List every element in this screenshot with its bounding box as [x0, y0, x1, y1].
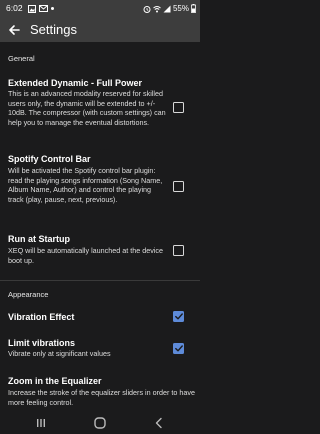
- alarm-icon: [143, 5, 151, 13]
- pref-title: Zoom in the Equalizer: [8, 376, 102, 386]
- pref-title: Extended Dynamic - Full Power: [8, 78, 143, 88]
- wifi-icon: [153, 5, 161, 12]
- pref-summary: Will be activated the Spotify control ba…: [8, 166, 163, 204]
- back-icon[interactable]: [151, 415, 167, 431]
- spotify-control-bar-checkbox[interactable]: [173, 181, 184, 192]
- status-indicators: 55%: [143, 3, 196, 14]
- status-bar: 6:02 55%: [0, 0, 200, 18]
- section-header-general: General: [8, 54, 35, 63]
- home-icon[interactable]: [92, 415, 108, 431]
- app-bar: Settings: [0, 18, 200, 42]
- pref-spotify-control-bar[interactable]: Spotify Control Bar Will be activated th…: [0, 154, 200, 210]
- run-at-startup-checkbox[interactable]: [173, 245, 184, 256]
- pref-zoom-equalizer[interactable]: Zoom in the Equalizer Increase the strok…: [0, 376, 200, 410]
- pref-summary: XEQ will be automatically launched at th…: [8, 246, 164, 265]
- pref-extended-dynamic[interactable]: Extended Dynamic - Full Power This is an…: [0, 78, 200, 134]
- section-divider: [0, 280, 200, 281]
- status-time: 6:02: [6, 3, 23, 13]
- pref-title: Vibration Effect: [8, 312, 75, 322]
- pref-summary: Vibrate only at significant values: [8, 349, 111, 358]
- vibration-effect-checkbox[interactable]: [173, 311, 184, 322]
- battery-icon: [191, 4, 196, 13]
- image-icon: [28, 5, 36, 13]
- recent-apps-icon[interactable]: [33, 415, 49, 431]
- pref-vibration-effect[interactable]: Vibration Effect: [0, 310, 200, 324]
- pref-title: Limit vibrations: [8, 338, 76, 348]
- checkmark-icon: [174, 345, 183, 352]
- extended-dynamic-checkbox[interactable]: [173, 102, 184, 113]
- signal-icon: [163, 5, 171, 12]
- battery-percent: 55%: [172, 4, 189, 13]
- arrow-left-icon[interactable]: [6, 22, 22, 38]
- pref-title: Spotify Control Bar: [8, 154, 91, 164]
- mail-icon: [39, 5, 48, 12]
- page-title: Settings: [30, 22, 77, 37]
- section-header-appearance: Appearance: [8, 290, 49, 299]
- limit-vibrations-checkbox[interactable]: [173, 343, 184, 354]
- dot-icon: [51, 7, 54, 10]
- pref-run-at-startup[interactable]: Run at Startup XEQ will be automatically…: [0, 234, 200, 265]
- pref-summary: This is an advanced modality reserved fo…: [8, 89, 166, 127]
- pref-summary: Increase the stroke of the equalizer sli…: [8, 388, 195, 407]
- pref-title: Run at Startup: [8, 234, 70, 244]
- checkmark-icon: [174, 313, 183, 320]
- navigation-bar: [0, 412, 200, 434]
- pref-limit-vibrations[interactable]: Limit vibrations Vibrate only at signifi…: [0, 338, 200, 360]
